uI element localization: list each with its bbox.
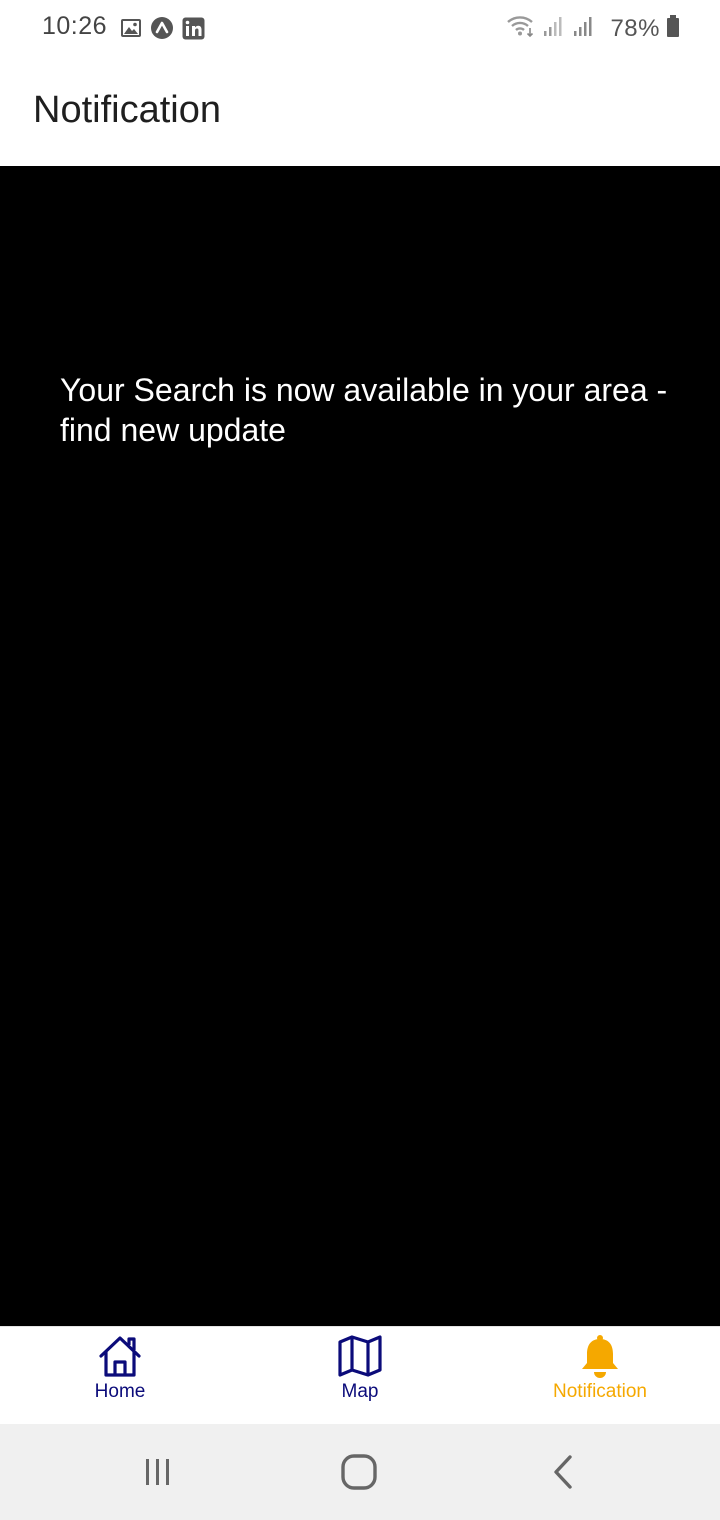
tab-map-label: Map (341, 1381, 379, 1402)
recents-icon[interactable] (136, 1452, 180, 1492)
bottom-tab-bar: Home Map Notification (0, 1326, 720, 1425)
home-icon (96, 1333, 144, 1379)
back-icon[interactable] (540, 1452, 584, 1492)
signal-icon (542, 14, 566, 43)
map-icon (336, 1333, 384, 1379)
wifi-icon (506, 14, 536, 43)
battery-percentage: 78% (610, 14, 660, 42)
status-time: 10:26 (42, 12, 108, 40)
tab-notification-label: Notification (553, 1381, 647, 1402)
app-header: Notification (0, 56, 720, 166)
home-button-icon[interactable] (337, 1452, 381, 1492)
tab-notification[interactable]: Notification (480, 1327, 720, 1425)
linkedin-icon (182, 17, 205, 40)
tab-home-label: Home (94, 1381, 146, 1402)
tab-map[interactable]: Map (240, 1327, 480, 1425)
image-icon (120, 17, 142, 39)
notification-icons (120, 16, 205, 40)
page-title: Notification (33, 89, 221, 131)
system-status-icons: 78% (506, 14, 680, 43)
system-navigation-bar (0, 1424, 720, 1520)
status-bar: 10:26 78% (0, 0, 720, 56)
app-icon (150, 16, 174, 40)
bell-icon (578, 1333, 622, 1379)
battery-icon (666, 14, 680, 43)
signal-icon (572, 14, 596, 43)
screen: 10:26 78% Notification Your Search is no… (0, 0, 720, 1520)
tab-home[interactable]: Home (0, 1327, 240, 1425)
notification-message[interactable]: Your Search is now available in your are… (60, 370, 690, 450)
notification-panel: Your Search is now available in your are… (0, 166, 720, 1326)
